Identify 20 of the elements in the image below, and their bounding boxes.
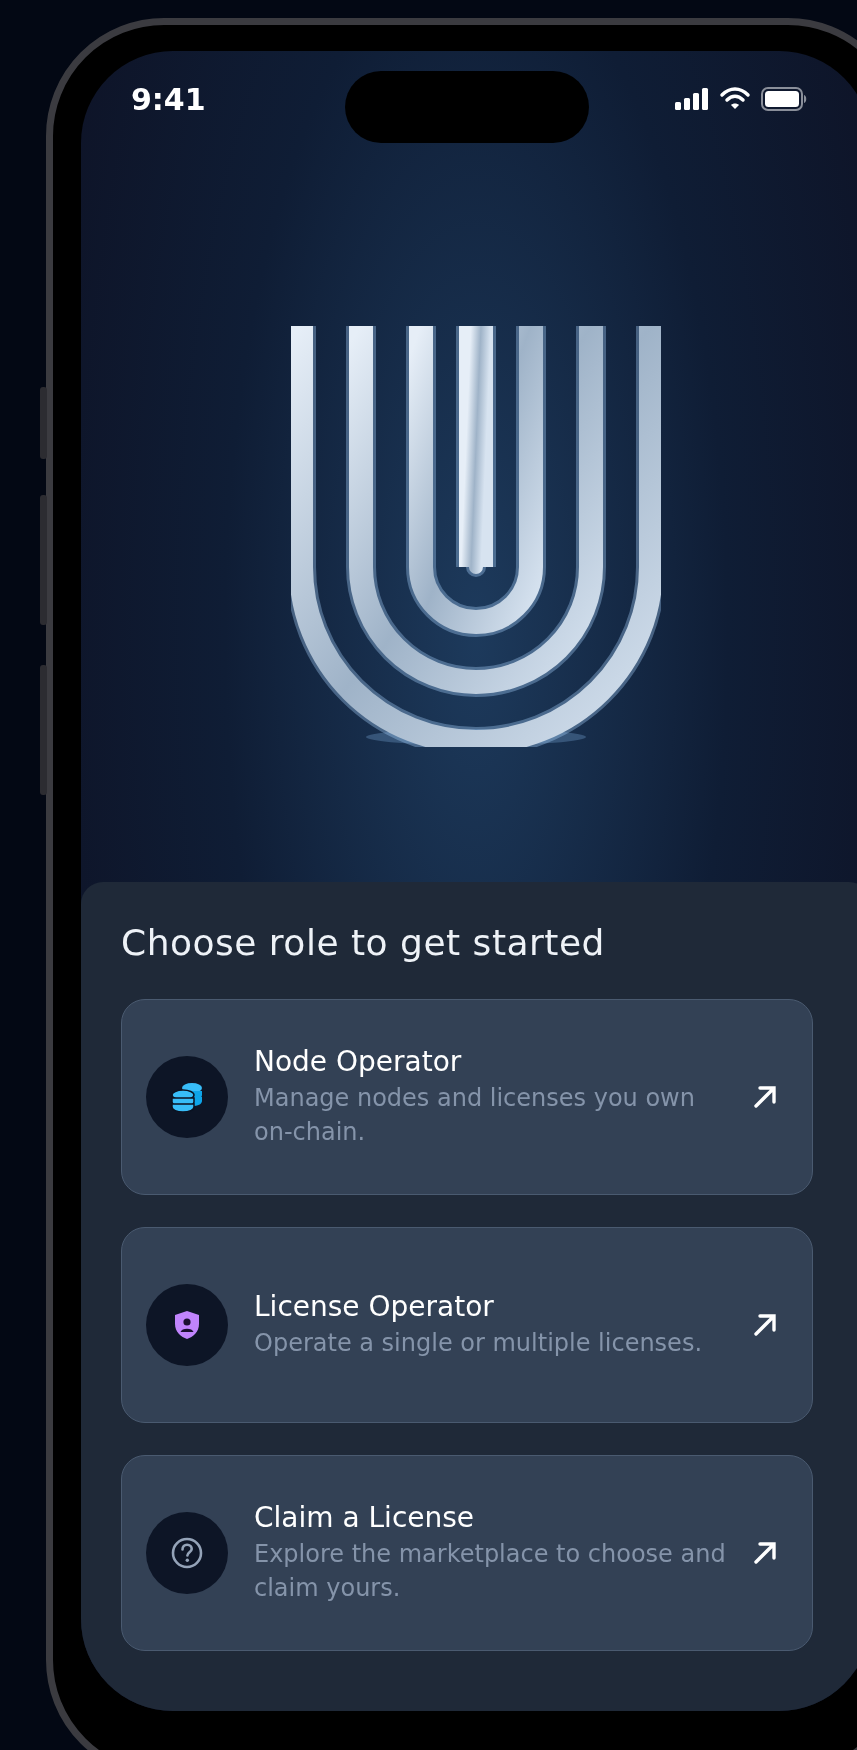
- arrow-icon: [752, 1540, 778, 1566]
- help-icon: [170, 1536, 204, 1570]
- arrow-icon: [752, 1312, 778, 1338]
- role-card[interactable]: Node Operator Manage nodes and licenses you own on-chain.: [121, 999, 813, 1195]
- battery-icon: [761, 87, 807, 111]
- role-title: Claim a License: [254, 1500, 476, 1534]
- role-title: Node Operator: [254, 1044, 463, 1078]
- status-time: 9:41: [131, 81, 206, 117]
- role-title: License Operator: [254, 1289, 495, 1323]
- sheet-title: Choose role to get started: [121, 922, 606, 963]
- role-description: Manage nodes and licenses you own on-chain.: [254, 1082, 696, 1148]
- role-card[interactable]: License Operator Operate a single or multiple licenses.: [121, 1227, 813, 1423]
- coins-icon: [170, 1082, 204, 1112]
- arrow-icon: [752, 1084, 778, 1110]
- signal-icon: [675, 88, 709, 110]
- wifi-icon: [719, 87, 751, 111]
- role-card[interactable]: Claim a License Explore the marketplace to choose and claim yours.: [121, 1455, 813, 1651]
- role-description: Explore the marketplace to choose and claim yours.: [254, 1538, 726, 1604]
- role-description: Operate a single or multiple licenses.: [254, 1327, 703, 1359]
- shield-user-icon: [174, 1310, 200, 1340]
